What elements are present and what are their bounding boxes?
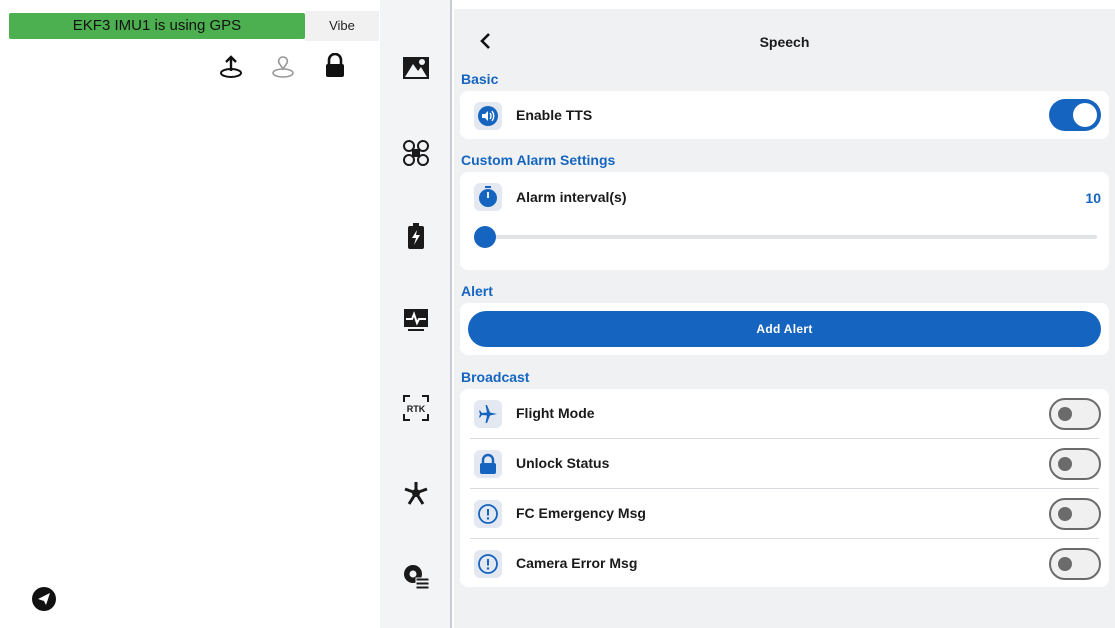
flight-mode-label: Flight Mode xyxy=(516,405,595,421)
alert-card: Add Alert xyxy=(460,303,1109,355)
page-title: Speech xyxy=(759,34,810,50)
section-broadcast-label: Broadcast xyxy=(461,369,530,385)
lock-icon[interactable] xyxy=(320,52,350,80)
alert-circle-icon xyxy=(474,500,502,528)
enable-tts-row: Enable TTS xyxy=(460,91,1109,139)
alarm-interval-label: Alarm interval(s) xyxy=(516,189,627,205)
unlock-status-toggle[interactable] xyxy=(1049,448,1101,480)
map-area[interactable]: EKF3 IMU1 is using GPS Vibe xyxy=(0,0,380,628)
broadcast-row-unlock-status: Unlock Status xyxy=(460,439,1109,489)
section-basic-label: Basic xyxy=(461,71,499,87)
camera-error-label: Camera Error Msg xyxy=(516,555,638,571)
drone-icon[interactable] xyxy=(396,133,436,173)
app-root: EKF3 IMU1 is using GPS Vibe RTK Speech B… xyxy=(0,0,1115,628)
alarm-interval-slider-track[interactable] xyxy=(474,235,1097,239)
broadcast-row-flight-mode: Flight Mode xyxy=(460,389,1109,439)
airplane-icon xyxy=(474,400,502,428)
fc-emergency-label: FC Emergency Msg xyxy=(516,505,646,521)
alarm-interval-slider-knob[interactable] xyxy=(474,226,496,248)
section-alert-label: Alert xyxy=(461,283,493,299)
send-icon[interactable] xyxy=(31,586,57,612)
settings-list-icon[interactable] xyxy=(396,556,436,596)
rtk-text: RTK xyxy=(407,404,426,414)
panel-header: Speech xyxy=(454,23,1115,57)
alert-circle-icon xyxy=(474,550,502,578)
speech-settings-panel: Speech Basic Enable TTS Custom Alarm Set… xyxy=(454,9,1115,628)
map-icon[interactable] xyxy=(396,48,436,88)
add-alert-button[interactable]: Add Alert xyxy=(468,311,1101,347)
swarm-icon[interactable] xyxy=(396,473,436,513)
stopwatch-icon xyxy=(474,183,502,211)
vibe-button[interactable]: Vibe xyxy=(305,11,379,41)
camera-error-toggle[interactable] xyxy=(1049,548,1101,580)
custom-alarm-card: Alarm interval(s) 10 xyxy=(460,172,1109,270)
rtk-icon[interactable]: RTK xyxy=(396,388,436,428)
ekf-status-banner[interactable]: EKF3 IMU1 is using GPS xyxy=(9,13,305,39)
top-icon-bar xyxy=(216,52,350,80)
enable-tts-label: Enable TTS xyxy=(516,107,593,123)
basic-card: Enable TTS xyxy=(460,91,1109,139)
battery-icon[interactable] xyxy=(396,216,436,256)
side-rail: RTK xyxy=(380,0,452,628)
section-custom-alarm-label: Custom Alarm Settings xyxy=(461,152,616,168)
upload-icon[interactable] xyxy=(216,52,246,80)
monitor-icon[interactable] xyxy=(396,300,436,340)
unlock-status-label: Unlock Status xyxy=(516,455,610,471)
location-pin-icon[interactable] xyxy=(268,52,298,80)
alarm-interval-value: 10 xyxy=(1085,190,1101,206)
flight-mode-toggle[interactable] xyxy=(1049,398,1101,430)
broadcast-row-fc-emergency: FC Emergency Msg xyxy=(460,489,1109,539)
lock-icon xyxy=(474,450,502,478)
speaker-icon xyxy=(474,102,502,130)
broadcast-card: Flight Mode Unlock Status FC Emergency M… xyxy=(460,389,1109,587)
broadcast-row-camera-error: Camera Error Msg xyxy=(460,539,1109,589)
enable-tts-toggle[interactable] xyxy=(1049,99,1101,131)
fc-emergency-toggle[interactable] xyxy=(1049,498,1101,530)
